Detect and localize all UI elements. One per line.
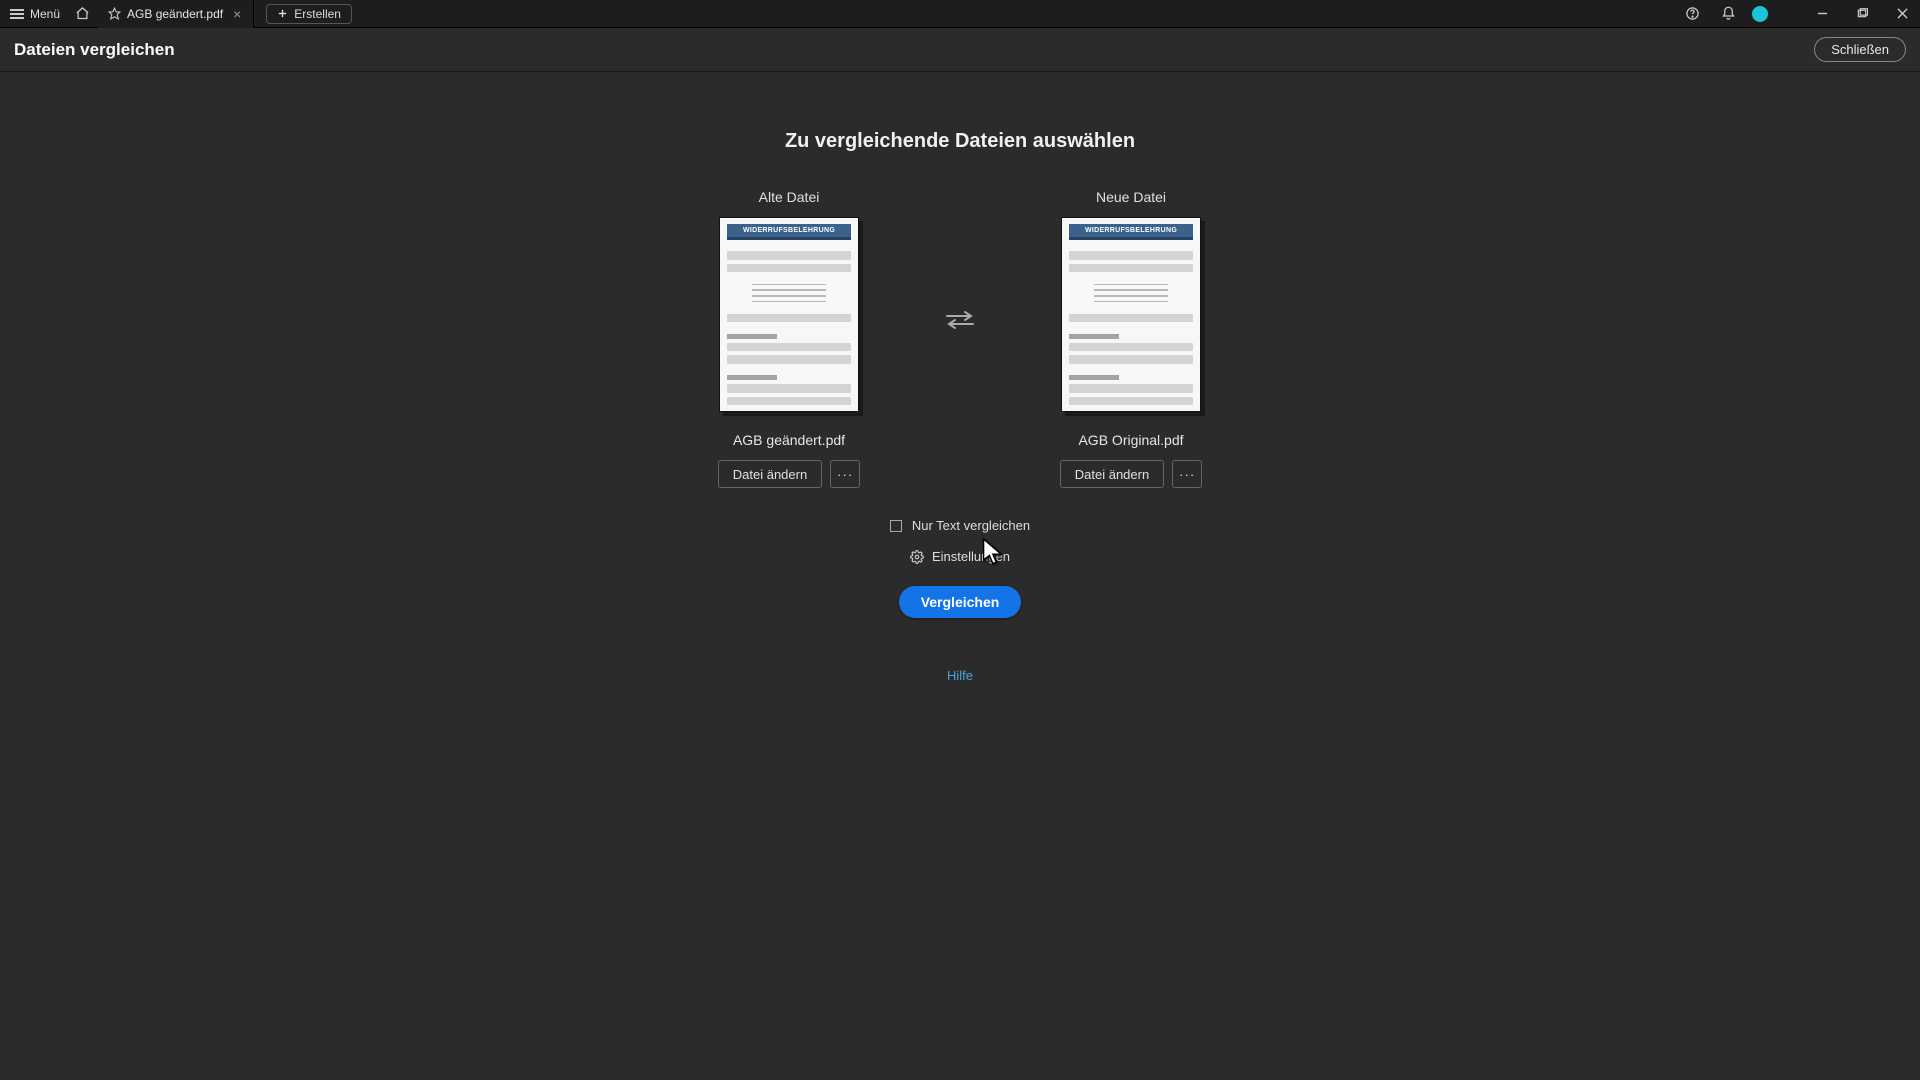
new-file-thumbnail[interactable]: WIDERRUFSBELEHRUNG <box>1061 217 1201 412</box>
star-icon <box>108 7 121 20</box>
help-circle-icon <box>1685 6 1700 21</box>
swap-files-button[interactable] <box>945 309 975 338</box>
page-title: Dateien vergleichen <box>14 40 175 60</box>
app-menu-button[interactable]: Menü <box>4 5 66 23</box>
create-button[interactable]: Erstellen <box>266 4 352 24</box>
home-button[interactable] <box>70 2 94 26</box>
new-file-column: Neue Datei WIDERRUFSBELEHRUNG AG <box>1011 189 1251 488</box>
new-change-file-button[interactable]: Datei ändern <box>1060 460 1164 488</box>
window-minimize-button[interactable] <box>1808 4 1836 24</box>
window-maximize-button[interactable] <box>1848 4 1876 24</box>
doc-banner: WIDERRUFSBELEHRUNG <box>727 224 851 240</box>
old-change-file-button[interactable]: Datei ändern <box>718 460 822 488</box>
close-tool-button[interactable]: Schließen <box>1814 37 1906 62</box>
gear-icon <box>910 550 924 564</box>
create-label: Erstellen <box>294 7 341 21</box>
help-header-button[interactable] <box>1680 2 1704 26</box>
settings-link[interactable]: Einstellungen <box>910 549 1010 564</box>
checkbox-icon <box>890 520 902 532</box>
doc-banner: WIDERRUFSBELEHRUNG <box>1069 224 1193 240</box>
minimize-icon <box>1817 8 1828 19</box>
tab-close-button[interactable]: × <box>229 6 245 22</box>
old-more-button[interactable]: ··· <box>830 460 860 488</box>
swap-icon <box>945 309 975 331</box>
plus-icon <box>277 8 288 19</box>
tab-title: AGB geändert.pdf <box>127 7 223 21</box>
old-file-label: Alte Datei <box>759 189 820 205</box>
bell-icon <box>1721 6 1736 21</box>
title-bar: Menü AGB geändert.pdf × Erstellen <box>0 0 1920 28</box>
notifications-button[interactable] <box>1716 2 1740 26</box>
new-file-label: Neue Datei <box>1096 189 1166 205</box>
files-row: Alte Datei WIDERRUFSBELEHRUNG AG <box>580 189 1340 488</box>
help-link[interactable]: Hilfe <box>947 668 973 683</box>
options-group: Nur Text vergleichen Einstellungen Vergl… <box>580 518 1340 683</box>
hamburger-icon <box>10 9 24 19</box>
text-only-label: Nur Text vergleichen <box>912 518 1030 533</box>
tool-header: Dateien vergleichen Schließen <box>0 28 1920 72</box>
compare-button[interactable]: Vergleichen <box>899 586 1022 618</box>
close-icon <box>1897 8 1908 19</box>
old-file-thumbnail[interactable]: WIDERRUFSBELEHRUNG <box>719 217 859 412</box>
document-tab[interactable]: AGB geändert.pdf × <box>98 0 254 28</box>
titlebar-right <box>1680 2 1916 26</box>
menu-label: Menü <box>30 7 60 21</box>
old-file-name: AGB geändert.pdf <box>733 432 845 448</box>
new-more-button[interactable]: ··· <box>1172 460 1202 488</box>
user-avatar[interactable] <box>1752 6 1768 22</box>
maximize-icon <box>1857 8 1868 19</box>
main-area: Zu vergleichende Dateien auswählen Alte … <box>0 72 1920 1080</box>
home-icon <box>75 6 90 21</box>
compare-panel: Zu vergleichende Dateien auswählen Alte … <box>580 130 1340 683</box>
settings-label: Einstellungen <box>932 549 1010 564</box>
new-file-name: AGB Original.pdf <box>1078 432 1183 448</box>
old-file-column: Alte Datei WIDERRUFSBELEHRUNG AG <box>669 189 909 488</box>
panel-heading: Zu vergleichende Dateien auswählen <box>580 130 1340 153</box>
window-close-button[interactable] <box>1888 4 1916 24</box>
text-only-checkbox[interactable]: Nur Text vergleichen <box>890 518 1030 533</box>
titlebar-left: Menü AGB geändert.pdf × Erstellen <box>4 0 352 28</box>
old-file-buttons: Datei ändern ··· <box>718 460 860 488</box>
new-file-buttons: Datei ändern ··· <box>1060 460 1202 488</box>
